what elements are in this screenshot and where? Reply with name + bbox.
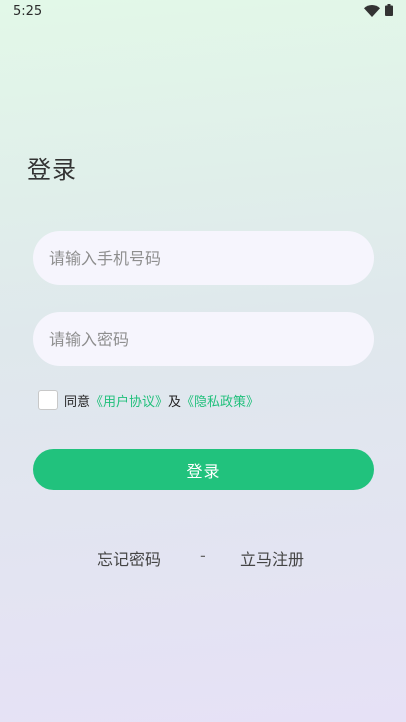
- battery-icon: [385, 4, 393, 16]
- agreement-checkbox[interactable]: [38, 390, 58, 410]
- phone-input[interactable]: [49, 231, 358, 285]
- password-field[interactable]: [33, 312, 374, 366]
- page-title: 登录: [27, 156, 77, 184]
- privacy-policy-link[interactable]: 《隐私政策》: [181, 391, 259, 410]
- link-separator: -: [200, 546, 206, 565]
- agreement-conjunction: 及: [168, 394, 182, 410]
- agreement-row: 同意 《用户协议》 及 《隐私政策》: [38, 389, 259, 411]
- agreement-prefix: 同意: [64, 394, 91, 410]
- status-time: 5:25: [13, 4, 43, 19]
- forgot-password-link[interactable]: 忘记密码: [97, 546, 161, 570]
- wifi-icon: [364, 5, 380, 17]
- password-input[interactable]: [49, 312, 358, 366]
- login-screen: 5:25 登录 同意 《用户协议》 及 《隐私政策》 登录 忘记密码 - 立马注…: [0, 0, 406, 722]
- user-agreement-link[interactable]: 《用户协议》: [90, 391, 168, 410]
- register-link[interactable]: 立马注册: [240, 546, 304, 570]
- login-button[interactable]: 登录: [33, 449, 374, 490]
- status-bar: 5:25: [0, 0, 406, 24]
- bottom-links: 忘记密码 - 立马注册: [0, 546, 406, 570]
- phone-field[interactable]: [33, 231, 374, 285]
